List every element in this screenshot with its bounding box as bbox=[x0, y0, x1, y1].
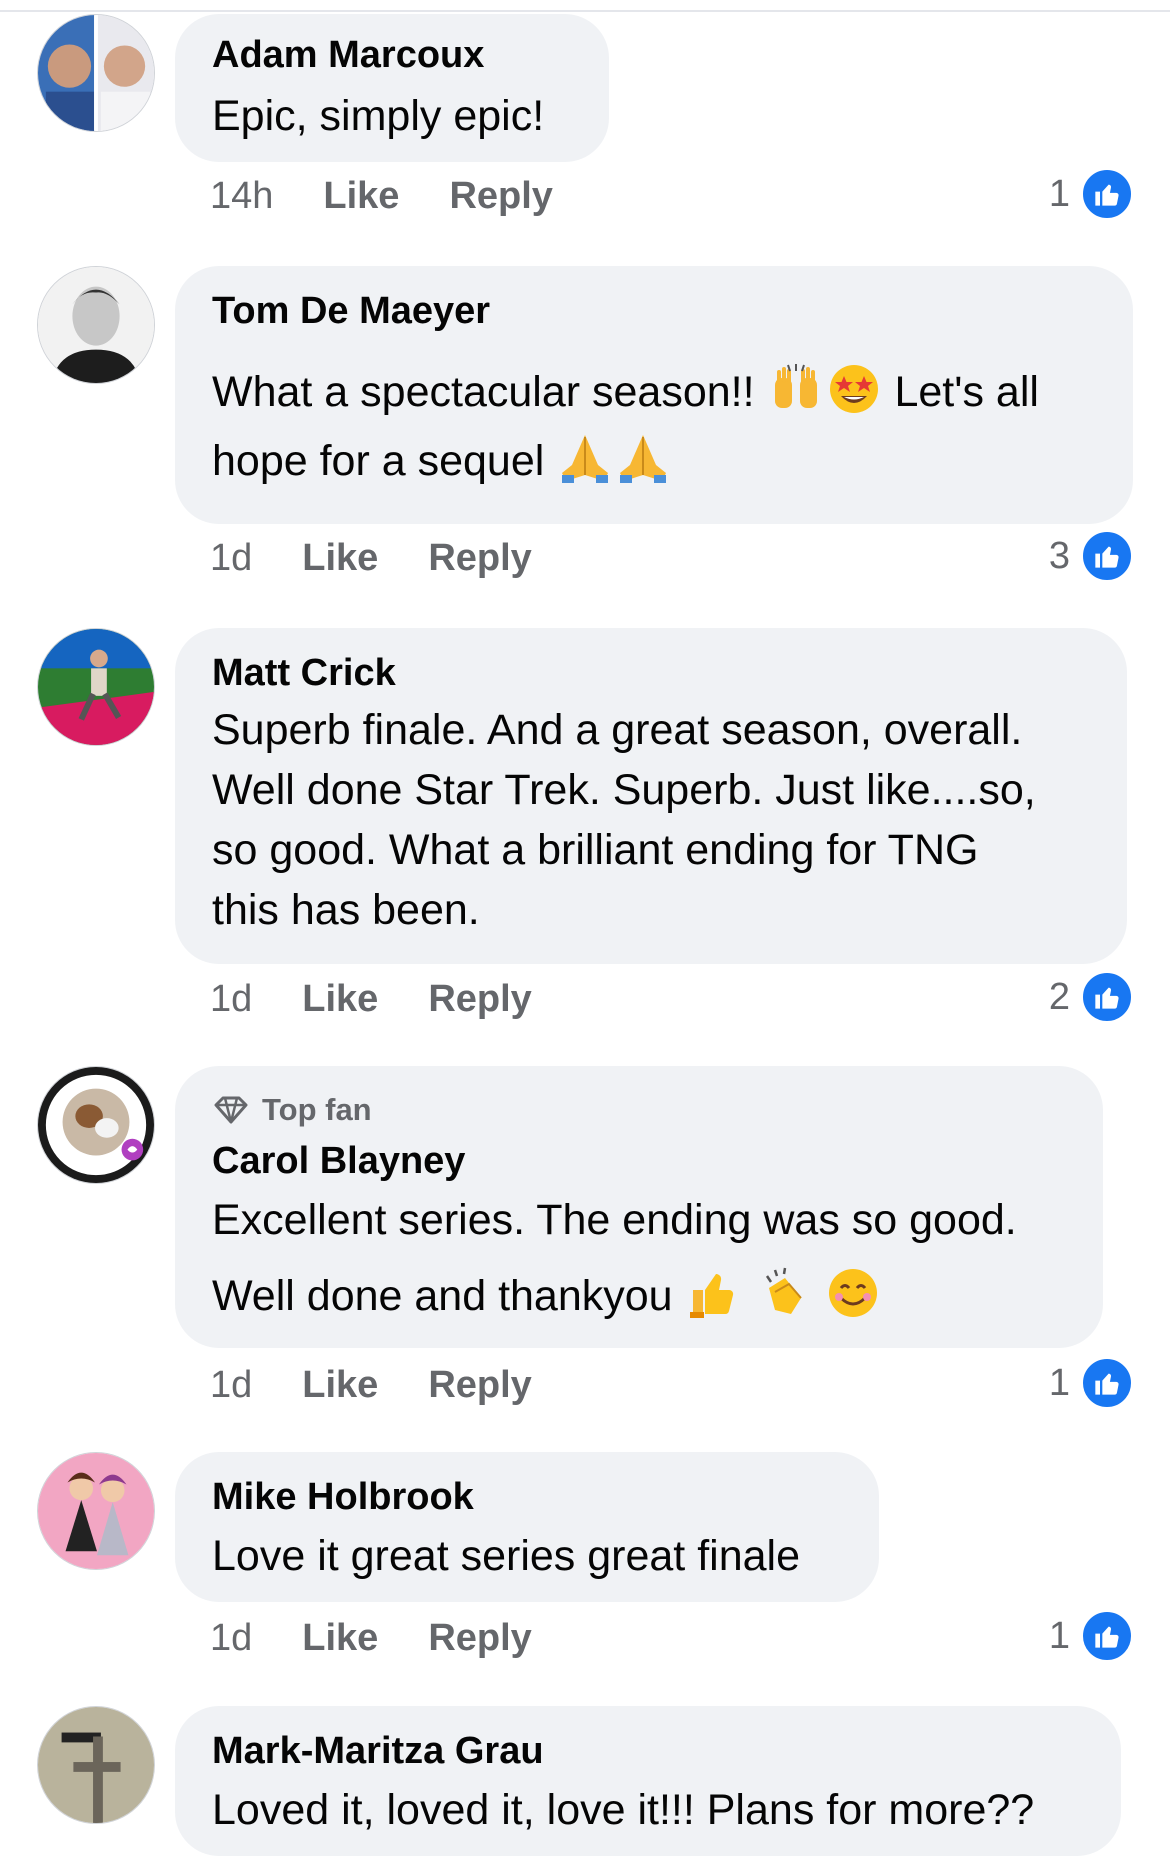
comment-actions: 1d Like Reply bbox=[210, 1364, 532, 1407]
comment-actions: 14h Like Reply bbox=[210, 175, 553, 218]
top-fan-badge: Top fan bbox=[212, 1092, 372, 1128]
reply-button[interactable]: Reply bbox=[428, 537, 531, 580]
like-reaction-icon bbox=[1080, 970, 1134, 1024]
comment-text-line: this has been. bbox=[212, 886, 480, 934]
comment-time[interactable]: 1d bbox=[210, 1617, 252, 1660]
top-divider bbox=[0, 0, 1170, 12]
like-reaction-icon bbox=[1080, 529, 1134, 583]
comment-bubble: Matt Crick Superb finale. And a great se… bbox=[175, 628, 1127, 964]
comment-text-part: hope for a sequel bbox=[212, 437, 545, 485]
like-button[interactable]: Like bbox=[323, 175, 399, 218]
comment-bubble: Mike Holbrook Love it great series great… bbox=[175, 1452, 879, 1602]
comment-bubble: Tom De Maeyer What a spectacular season!… bbox=[175, 266, 1133, 524]
comment-author[interactable]: Matt Crick bbox=[212, 652, 396, 695]
reaction-count: 1 bbox=[1048, 172, 1070, 215]
like-reaction-icon bbox=[1080, 1609, 1134, 1663]
reaction-count: 3 bbox=[1048, 534, 1070, 577]
like-button[interactable]: Like bbox=[302, 1364, 378, 1407]
reaction-count: 1 bbox=[1048, 1361, 1070, 1404]
comment-text-line: What a spectacular season!! Let's all bbox=[212, 362, 1039, 417]
comment-text-line: hope for a sequel bbox=[212, 431, 672, 486]
comment-text-line: so good. What a brilliant ending for TNG bbox=[212, 826, 979, 874]
comment-actions: 1d Like Reply bbox=[210, 1617, 532, 1660]
reaction-count: 2 bbox=[1048, 975, 1070, 1018]
comment-author[interactable]: Adam Marcoux bbox=[212, 34, 484, 77]
comment-bubble: Mark-Maritza Grau Loved it, loved it, lo… bbox=[175, 1706, 1121, 1856]
comment-text-part: Let's all bbox=[894, 368, 1039, 416]
like-button[interactable]: Like bbox=[302, 537, 378, 580]
smiling-face-icon bbox=[826, 1266, 880, 1320]
reply-button[interactable]: Reply bbox=[449, 175, 552, 218]
clapping-hands-icon bbox=[757, 1266, 811, 1320]
reaction-summary[interactable]: 2 bbox=[1049, 970, 1134, 1024]
comment-actions: 1d Like Reply bbox=[210, 537, 532, 580]
like-reaction-icon bbox=[1080, 1356, 1134, 1410]
like-button[interactable]: Like bbox=[302, 1617, 378, 1660]
avatar-mike-holbrook[interactable] bbox=[37, 1452, 155, 1570]
folded-hands-icon bbox=[616, 431, 670, 485]
folded-hands-icon bbox=[558, 431, 612, 485]
comment-text-part: Well done and thankyou bbox=[212, 1272, 673, 1320]
raising-hands-icon bbox=[769, 362, 823, 416]
reaction-summary[interactable]: 1 bbox=[1049, 1356, 1134, 1410]
comment-text-line: Well done and thankyou bbox=[212, 1266, 882, 1321]
reaction-summary[interactable]: 3 bbox=[1049, 529, 1134, 583]
thumbs-up-icon bbox=[687, 1266, 741, 1320]
comment-text: Epic, simply epic! bbox=[212, 92, 545, 140]
reply-button[interactable]: Reply bbox=[428, 1617, 531, 1660]
reply-button[interactable]: Reply bbox=[428, 1364, 531, 1407]
comment-bubble: Top fan Carol Blayney Excellent series. … bbox=[175, 1066, 1103, 1348]
comment-text-part: What a spectacular season!! bbox=[212, 368, 755, 416]
avatar-tom-de-maeyer[interactable] bbox=[37, 266, 155, 384]
avatar-carol-blayney[interactable] bbox=[37, 1066, 155, 1184]
comment-author[interactable]: Tom De Maeyer bbox=[212, 290, 490, 333]
reaction-summary[interactable]: 1 bbox=[1049, 167, 1134, 221]
comment-text-line: Superb finale. And a great season, overa… bbox=[212, 706, 1023, 754]
comment-author[interactable]: Mike Holbrook bbox=[212, 1476, 474, 1519]
comment-text-line: Excellent series. The ending was so good… bbox=[212, 1196, 1017, 1244]
reply-button[interactable]: Reply bbox=[428, 978, 531, 1021]
avatar-adam-marcoux[interactable] bbox=[37, 14, 155, 132]
avatar-mark-maritza-grau[interactable] bbox=[37, 1706, 155, 1824]
diamond-icon bbox=[214, 1096, 248, 1124]
comment-time[interactable]: 1d bbox=[210, 1364, 252, 1407]
star-struck-icon bbox=[827, 362, 881, 416]
like-button[interactable]: Like bbox=[302, 978, 378, 1021]
comment-actions: 1d Like Reply bbox=[210, 978, 532, 1021]
comment-text-line: Well done Star Trek. Superb. Just like..… bbox=[212, 766, 1036, 814]
reaction-summary[interactable]: 1 bbox=[1049, 1609, 1134, 1663]
comment-time[interactable]: 1d bbox=[210, 537, 252, 580]
top-fan-label: Top fan bbox=[262, 1092, 372, 1127]
avatar-matt-crick[interactable] bbox=[37, 628, 155, 746]
comment-time[interactable]: 14h bbox=[210, 175, 273, 218]
comment-text: Loved it, loved it, love it!!! Plans for… bbox=[212, 1786, 1035, 1834]
comment-text: Love it great series great finale bbox=[212, 1532, 800, 1580]
comment-time[interactable]: 1d bbox=[210, 978, 252, 1021]
reaction-count: 1 bbox=[1048, 1614, 1070, 1657]
comment-author[interactable]: Carol Blayney bbox=[212, 1140, 465, 1183]
like-reaction-icon bbox=[1080, 167, 1134, 221]
comment-author[interactable]: Mark-Maritza Grau bbox=[212, 1730, 544, 1773]
comment-bubble: Adam Marcoux Epic, simply epic! bbox=[175, 14, 609, 162]
